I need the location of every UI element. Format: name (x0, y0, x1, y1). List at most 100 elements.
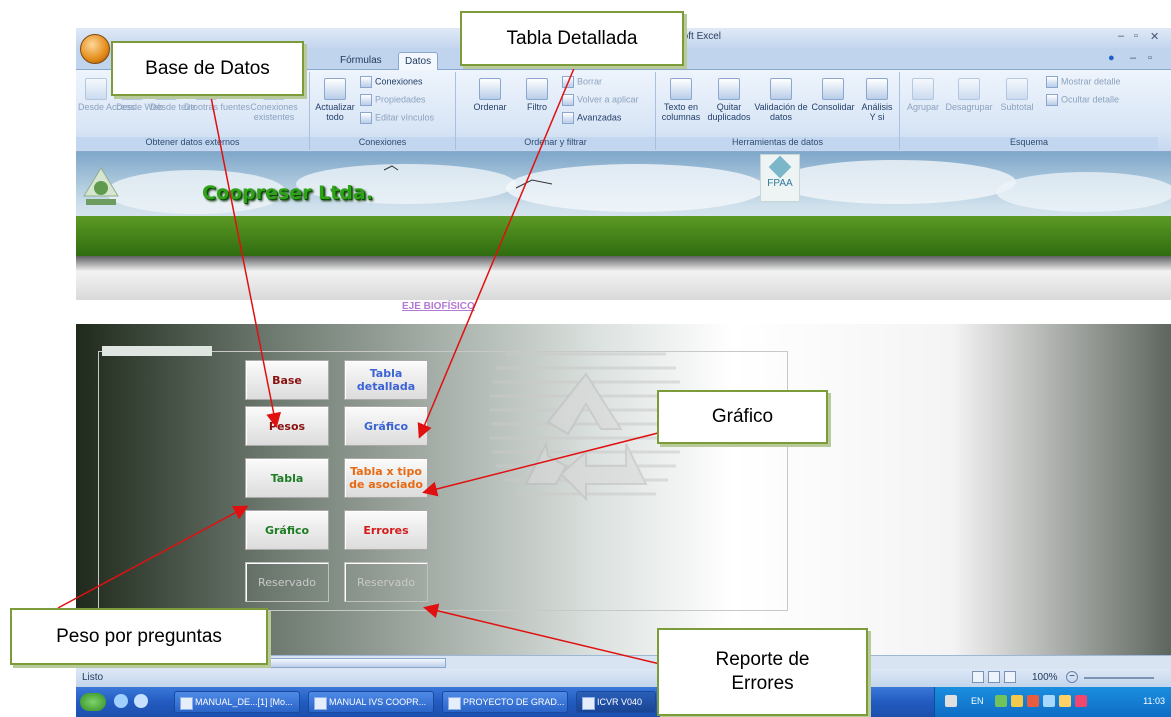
base-button[interactable]: Base (245, 360, 329, 400)
volume-icon[interactable] (1043, 695, 1055, 707)
eje-biofisico-link[interactable]: EJE BIOFÍSICO (402, 301, 475, 312)
subtotal-label: Subtotal (1000, 102, 1034, 112)
language-indicator[interactable]: EN (971, 696, 984, 706)
filter-label: Filtro (527, 102, 547, 112)
normal-view-icon[interactable] (972, 671, 984, 683)
tab-datos[interactable]: Datos (398, 52, 439, 70)
minimize-icon[interactable]: ‒ (1118, 30, 1124, 42)
close-icon[interactable]: ✕ (1150, 30, 1159, 43)
fpaa-logo: FPAA (760, 154, 800, 202)
taskbar-item-manual-ivs[interactable]: MANUAL IVS COOPR... (308, 691, 434, 713)
windows-taskbar: MANUAL_DE...[1] [Mo... MANUAL IVS COOPR.… (76, 687, 1171, 717)
alert-icon[interactable] (1075, 695, 1087, 707)
zoom-out-icon[interactable]: − (1066, 671, 1078, 683)
group-outline: Agrupar Desagrupar Subtotal Mostrar deta… (900, 72, 1158, 150)
taskbar-item-icvr[interactable]: ICVR V040 (576, 691, 656, 713)
tabla-button[interactable]: Tabla (245, 458, 329, 498)
page-layout-view-icon[interactable] (988, 671, 1000, 683)
ie-icon[interactable] (114, 694, 128, 708)
validation-icon (770, 78, 792, 100)
security-icon[interactable] (1011, 695, 1023, 707)
what-if-button[interactable]: Análisis Y si (858, 78, 896, 122)
sort-button[interactable]: Ordenar (462, 78, 518, 112)
group-button[interactable]: Agrupar (904, 78, 942, 112)
help-icon[interactable]: ● (1108, 52, 1115, 64)
tab-formulas[interactable]: Fórmulas (334, 52, 388, 70)
advanced-filter-icon (562, 112, 574, 124)
help-tray-icon[interactable] (945, 695, 957, 707)
reservado-right-button[interactable]: Reservado (344, 562, 428, 602)
what-if-label: Análisis Y si (861, 102, 893, 122)
worksheet: Coopreser Ltda. FPAA EJE BIOFÍSICO Base … (76, 152, 1171, 655)
taskbar-item-manual-de[interactable]: MANUAL_DE...[1] [Mo... (174, 691, 300, 713)
show-detail-button[interactable]: Mostrar detalle (1046, 76, 1121, 88)
edit-links-button[interactable]: Editar vínculos (360, 112, 434, 124)
group-label-external: Obtener datos externos (76, 137, 309, 150)
advanced-button[interactable]: Avanzadas (562, 112, 621, 124)
properties-button[interactable]: Propiedades (360, 94, 426, 106)
refresh-all-label: Actualizar todo (315, 102, 355, 122)
consolidate-label: Consolidar (811, 102, 855, 112)
from-access-button[interactable]: Desde Access (78, 78, 135, 112)
taskbar-item-proyecto[interactable]: PROYECTO DE GRAD... (442, 691, 568, 713)
restore-icon[interactable]: ▫ (1134, 30, 1138, 42)
coopreser-logo-icon (83, 167, 119, 205)
callout-reporte-de-errores: Reporte de Errores (657, 628, 868, 716)
subtotal-button[interactable]: Subtotal (996, 78, 1038, 112)
system-tray: EN 11:03 (934, 687, 1171, 717)
scroll-thumb[interactable] (266, 658, 446, 668)
refresh-icon (324, 78, 346, 100)
ribbon-minimize-icon[interactable]: ‒ (1130, 52, 1136, 64)
consolidate-button[interactable]: Consolidar (810, 78, 856, 112)
text-to-columns-button[interactable]: Texto en columnas (660, 78, 702, 122)
show-detail-icon (1046, 76, 1058, 88)
office-button-icon[interactable] (80, 34, 110, 64)
antivirus-icon[interactable] (1027, 695, 1039, 707)
page-break-view-icon[interactable] (1004, 671, 1016, 683)
sort-az-icon (479, 78, 501, 100)
access-icon (85, 78, 107, 100)
zoom-level[interactable]: 100% (1032, 672, 1058, 683)
refresh-all-button[interactable]: Actualizar todo (314, 78, 356, 122)
grafico-green-button[interactable]: Gráfico (245, 510, 329, 550)
start-button[interactable] (80, 693, 106, 711)
tabla-tipo-asociado-button[interactable]: Tabla x tipo de asociado (344, 458, 428, 498)
callout-peso-por-preguntas: Peso por preguntas (10, 608, 268, 665)
what-if-icon (866, 78, 888, 100)
consolidate-icon (822, 78, 844, 100)
network-icon[interactable] (995, 695, 1007, 707)
clear-button[interactable]: Borrar (562, 76, 602, 88)
pesos-button[interactable]: Pesos (245, 406, 329, 446)
subtotal-icon (1006, 78, 1028, 100)
reservado-left-button[interactable]: Reservado (245, 562, 329, 602)
update-icon[interactable] (1059, 695, 1071, 707)
remove-duplicates-button[interactable]: Quitar duplicados (706, 78, 752, 122)
callout-tabla-detallada: Tabla Detallada (460, 11, 684, 66)
company-name: Coopreser Ltda. (202, 182, 373, 204)
zoom-slider[interactable] (1084, 677, 1154, 679)
header-banner: Coopreser Ltda. FPAA (76, 152, 1171, 256)
reapply-button[interactable]: Volver a aplicar (562, 94, 639, 106)
group-label-sort: Ordenar y filtrar (456, 137, 655, 150)
ungroup-button[interactable]: Desagrupar (944, 78, 994, 112)
fpaa-logo-text: FPAA (767, 178, 793, 189)
filter-button[interactable]: Filtro (518, 78, 556, 112)
hide-detail-button[interactable]: Ocultar detalle (1046, 94, 1119, 106)
group-label-connections: Conexiones (310, 137, 455, 150)
tabla-detallada-button[interactable]: Tabla detallada (344, 360, 428, 400)
grass-image (76, 216, 1171, 256)
connections-button[interactable]: Conexiones (360, 76, 423, 88)
data-validation-label: Validación de datos (754, 102, 808, 122)
existing-connections-label: Conexiones existentes (250, 102, 298, 122)
show-detail-label: Mostrar detalle (1061, 76, 1121, 87)
hide-detail-label: Ocultar detalle (1061, 94, 1120, 105)
clear-label: Borrar (577, 76, 603, 87)
grafico-blue-button[interactable]: Gráfico (344, 406, 428, 446)
text-columns-icon (670, 78, 692, 100)
desktop-icon[interactable] (134, 694, 148, 708)
data-validation-button[interactable]: Validación de datos (754, 78, 808, 122)
ribbon-restore-icon[interactable]: ▫ (1148, 52, 1152, 64)
hide-detail-icon (1046, 94, 1058, 106)
errores-button[interactable]: Errores (344, 510, 428, 550)
group-label-tools: Herramientas de datos (656, 137, 899, 150)
